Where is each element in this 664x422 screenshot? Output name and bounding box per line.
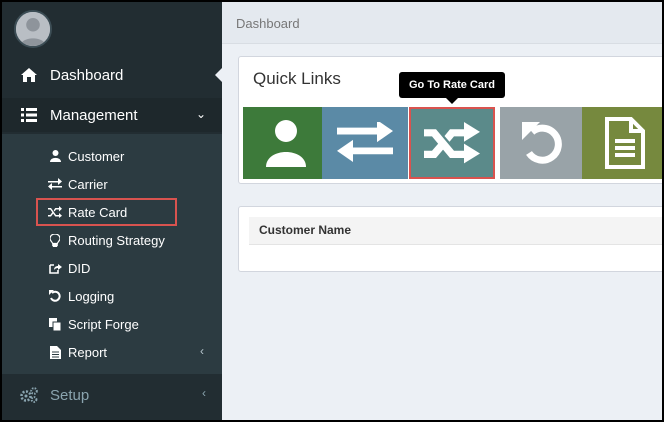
quick-links-title: Quick Links xyxy=(253,69,341,88)
sidebar-item-label: Routing Strategy xyxy=(68,232,165,248)
table-header: Customer Name xyxy=(249,217,662,245)
quick-link-rate-card[interactable] xyxy=(409,107,495,179)
random-icon xyxy=(424,122,480,164)
user-avatar-icon xyxy=(16,12,50,46)
rate-card-highlight-box xyxy=(36,198,177,226)
lightbulb-icon xyxy=(48,233,62,247)
exchange-icon xyxy=(48,177,62,191)
sidebar-item-customer[interactable]: Customer xyxy=(48,144,124,168)
main-content: Dashboard Quick Links Go To Rate Card Cu… xyxy=(222,2,662,420)
undo-icon xyxy=(48,289,62,303)
user-icon xyxy=(266,120,306,167)
sidebar-item-carrier[interactable]: Carrier xyxy=(48,172,108,196)
sidebar-item-management[interactable]: Management ⌄ xyxy=(2,98,222,132)
sidebar: Dashboard Management ⌄ Customer Carrier … xyxy=(2,2,222,420)
breadcrumb: Dashboard xyxy=(236,16,300,31)
copy-icon xyxy=(48,317,62,331)
avatar[interactable] xyxy=(14,10,52,48)
home-icon xyxy=(20,66,38,84)
sidebar-item-script-forge[interactable]: Script Forge xyxy=(48,312,139,336)
chevron-left-icon: ‹ xyxy=(202,386,206,400)
sidebar-item-label: Setup xyxy=(50,386,90,404)
chevron-left-icon: ‹ xyxy=(200,344,204,358)
sidebar-item-dashboard[interactable]: Dashboard xyxy=(2,60,222,90)
sidebar-item-label: Report xyxy=(68,344,108,360)
sidebar-item-label: DID xyxy=(68,260,91,276)
user-icon xyxy=(48,149,62,163)
file-icon xyxy=(48,345,62,359)
share-square-icon xyxy=(48,261,62,275)
file-text-icon xyxy=(605,117,645,169)
column-header-customer-name[interactable]: Customer Name xyxy=(259,223,351,237)
breadcrumb-bar: Dashboard xyxy=(222,2,662,44)
quick-link-carrier[interactable] xyxy=(322,107,408,179)
sidebar-item-logging[interactable]: Logging xyxy=(48,284,114,308)
list-icon xyxy=(20,106,38,124)
sidebar-item-report[interactable]: Report ‹ xyxy=(48,340,204,364)
customer-table-box: Customer Name xyxy=(238,206,662,272)
active-caret-icon xyxy=(215,68,222,82)
sidebar-item-label: Carrier xyxy=(68,176,108,192)
tooltip-go-to-rate-card: Go To Rate Card xyxy=(399,72,505,104)
chevron-down-icon: ⌄ xyxy=(195,107,206,121)
sidebar-item-label: Script Forge xyxy=(68,316,139,332)
sidebar-item-did[interactable]: DID xyxy=(48,256,90,280)
quick-link-report[interactable] xyxy=(582,107,662,179)
management-submenu xyxy=(2,134,222,374)
quick-link-logging[interactable] xyxy=(500,107,586,179)
exchange-icon xyxy=(337,122,393,162)
undo-icon xyxy=(522,122,562,164)
app-window: Dashboard Management ⌄ Customer Carrier … xyxy=(0,0,664,422)
sidebar-item-label: Management xyxy=(50,106,138,124)
sidebar-item-setup[interactable]: Setup ‹ xyxy=(2,380,222,410)
sidebar-item-label: Logging xyxy=(68,288,115,304)
quick-link-customer[interactable] xyxy=(243,107,329,179)
cogs-icon xyxy=(20,386,38,404)
sidebar-item-label: Customer xyxy=(68,148,125,164)
sidebar-item-routing-strategy[interactable]: Routing Strategy xyxy=(48,228,165,252)
sidebar-item-label: Dashboard xyxy=(50,66,124,84)
